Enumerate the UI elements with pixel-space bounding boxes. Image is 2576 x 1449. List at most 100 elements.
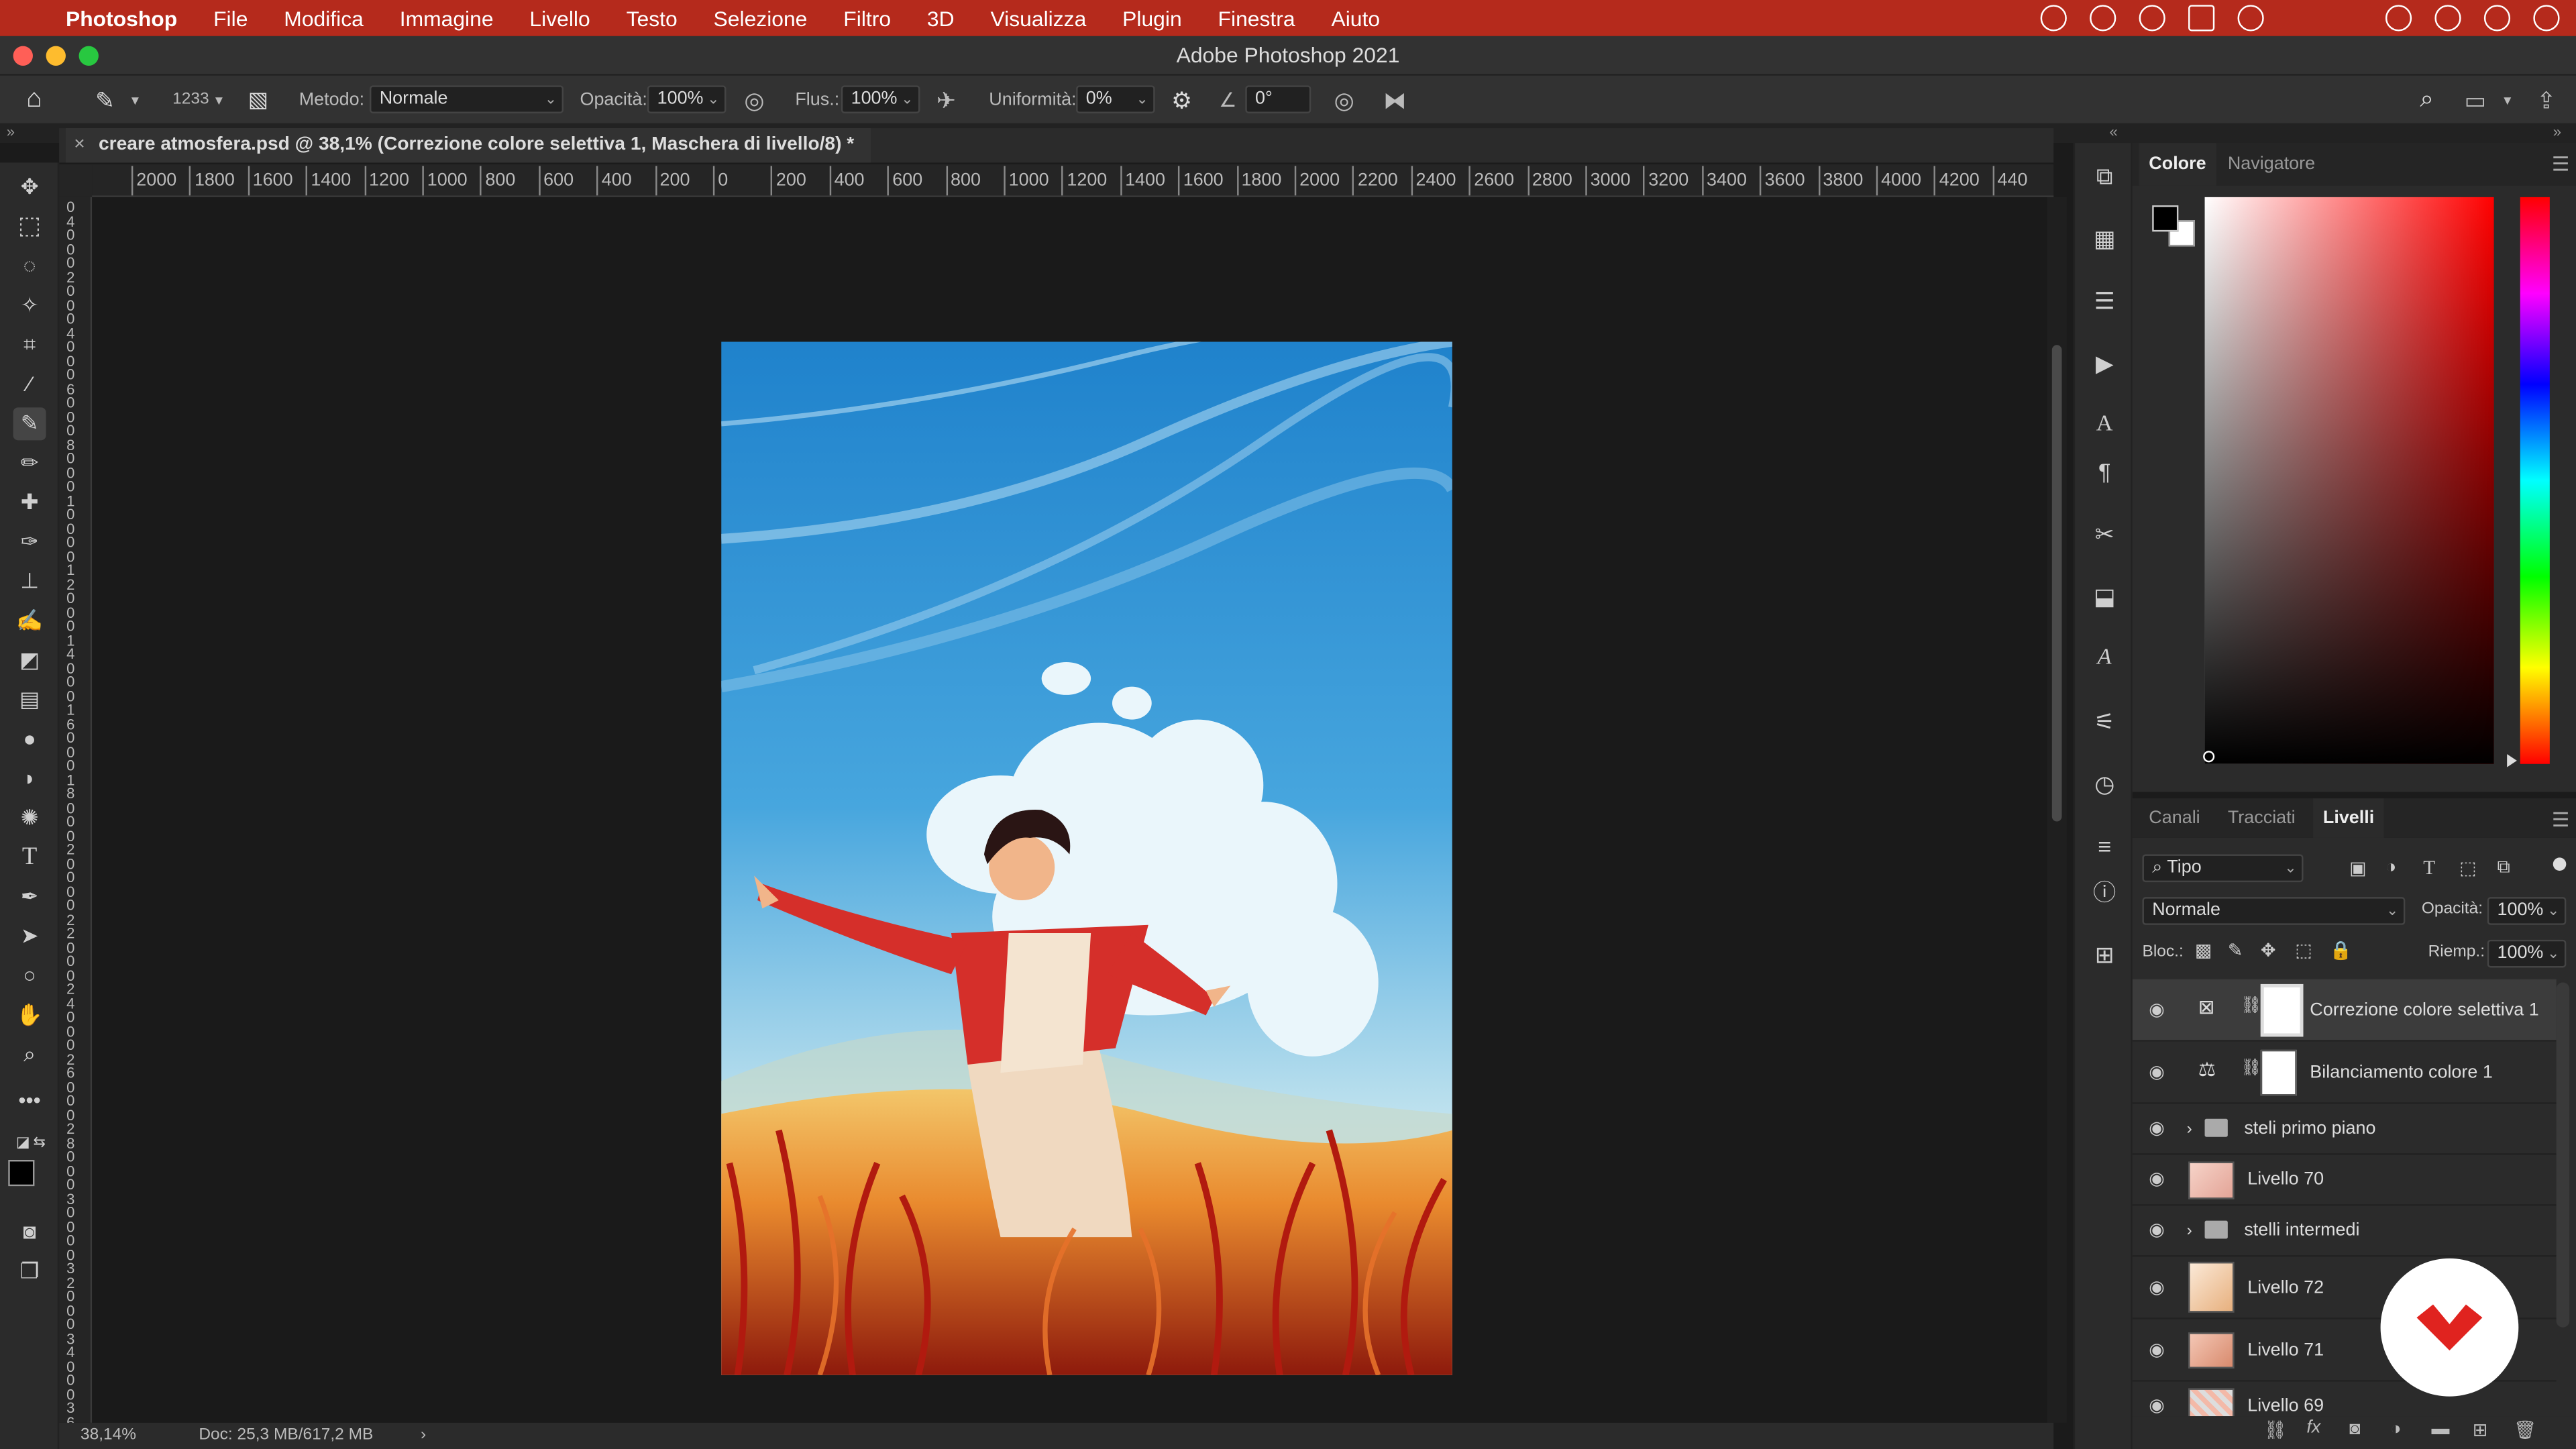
clone-source-icon[interactable]: ⬓	[2088, 580, 2121, 612]
blend-mode-select[interactable]: Normale ⌄	[2142, 897, 2406, 925]
healing-brush-icon[interactable]: ✚	[13, 486, 46, 519]
sponge-icon[interactable]: ✺	[13, 802, 46, 835]
chevron-down-icon[interactable]: ▾	[131, 76, 139, 125]
flow-field[interactable]: 100% ⌄	[841, 85, 920, 113]
eye-icon[interactable]: ◉	[2149, 979, 2171, 1042]
fx-icon[interactable]: fx	[2306, 1417, 2320, 1437]
paragraph-icon[interactable]: ¶	[2088, 455, 2121, 488]
siri-icon[interactable]	[2483, 5, 2511, 32]
layer-name[interactable]: Correzione colore selettiva 1	[2310, 979, 2538, 1042]
magic-wand-icon[interactable]: ✧	[13, 289, 46, 322]
symmetry-icon[interactable]: ⧓	[1383, 76, 1406, 125]
foreground-swatch[interactable]	[8, 1159, 35, 1187]
lock-transparent-icon[interactable]: ▩	[2195, 940, 2212, 961]
close-window-button[interactable]	[13, 46, 33, 66]
layer-mask-thumbnail[interactable]	[2260, 983, 2304, 1037]
fill-field[interactable]: 100% ⌄	[2487, 939, 2567, 968]
history-brush-icon[interactable]: ✍	[13, 604, 46, 637]
filter-type-icon[interactable]: T	[2423, 856, 2435, 881]
layer-mask-thumbnail[interactable]	[2260, 1049, 2297, 1096]
panel-menu-icon[interactable]: ☰	[2552, 808, 2569, 831]
filter-smart-object-icon[interactable]: ⧉	[2497, 857, 2510, 879]
chevron-right-icon[interactable]: ›	[2187, 1206, 2192, 1257]
menu-filtro[interactable]: Filtro	[843, 6, 891, 31]
layer-row[interactable]: ◉ ⊠ ⛓ Correzione colore selettiva 1	[2132, 979, 2557, 1042]
tab-livelli[interactable]: Livelli	[2313, 798, 2384, 838]
layer-filter-select[interactable]: ⌕ Tipo ⌄	[2142, 854, 2304, 883]
artwork-canvas[interactable]	[721, 341, 1452, 1375]
sync-icon[interactable]	[2090, 5, 2116, 32]
home-icon[interactable]: ⌂	[26, 76, 42, 125]
properties-icon[interactable]: ⊞	[2088, 938, 2121, 971]
menu-app[interactable]: Photoshop	[66, 6, 177, 31]
filter-adjustment-icon[interactable]: ◑	[2385, 857, 2396, 877]
filter-shape-icon[interactable]: ⬚	[2459, 857, 2476, 879]
menu-3d[interactable]: 3D	[927, 6, 955, 31]
dodge-icon[interactable]: ◗	[13, 762, 46, 795]
layer-name[interactable]: steli primo piano	[2244, 1104, 2375, 1155]
close-tab-icon[interactable]: ×	[74, 128, 85, 162]
blur-icon[interactable]: ●	[13, 723, 46, 756]
more-tools-icon[interactable]: •••	[13, 1084, 46, 1117]
path-selection-icon[interactable]: ➤	[13, 920, 46, 953]
menu-selezione[interactable]: Selezione	[714, 6, 808, 31]
layer-name[interactable]: Bilanciamento colore 1	[2310, 1042, 2493, 1104]
layer-thumbnail[interactable]	[2188, 1332, 2235, 1369]
layer-thumbnail[interactable]	[2188, 1161, 2235, 1199]
menu-plugin[interactable]: Plugin	[1122, 6, 1182, 31]
pressure-opacity-icon[interactable]: ◎	[744, 76, 764, 125]
menu-livello[interactable]: Livello	[529, 6, 590, 31]
status-menu-arrow[interactable]: ›	[421, 1423, 426, 1449]
character-icon[interactable]: A	[2088, 409, 2121, 442]
minimize-window-button[interactable]	[46, 46, 66, 66]
new-group-icon[interactable]: ▬	[2432, 1419, 2450, 1439]
saturation-field[interactable]	[2204, 197, 2494, 764]
layer-row[interactable]: ◉ ⚖ ⛓ Bilanciamento colore 1	[2132, 1042, 2557, 1104]
lock-pixels-icon[interactable]: ✎	[2228, 940, 2243, 961]
eye-icon[interactable]: ◉	[2149, 1320, 2171, 1382]
workspace-icon[interactable]: ▭	[2464, 76, 2485, 125]
eraser-icon[interactable]: ◩	[13, 644, 46, 677]
gear-icon[interactable]: ⚙	[1171, 76, 1192, 125]
brush-settings-icon[interactable]: ⚟	[2088, 705, 2121, 738]
menu-testo[interactable]: Testo	[627, 6, 678, 31]
layer-thumbnail[interactable]	[2188, 1261, 2235, 1313]
hand-tool-icon[interactable]: ✋	[13, 999, 46, 1032]
link-icon[interactable]: ⛓	[2241, 1060, 2261, 1078]
mixer-brush-icon[interactable]: ✑	[13, 526, 46, 559]
menu-visualizza[interactable]: Visualizza	[991, 6, 1087, 31]
info-icon[interactable]: ⓘ	[2088, 875, 2121, 908]
play-icon[interactable]: ▶	[2088, 347, 2121, 380]
layer-opacity-field[interactable]: 100% ⌄	[2487, 897, 2567, 925]
angle-field[interactable]: 0°	[1245, 85, 1311, 113]
vertical-scrollbar[interactable]	[2047, 197, 2067, 1423]
expand-left-icon[interactable]: »	[7, 123, 15, 140]
foreground-color[interactable]	[2152, 205, 2179, 232]
eye-icon[interactable]: ◉	[2149, 1206, 2171, 1257]
layer-group-row[interactable]: ◉ › stelli intermedi	[2132, 1206, 2557, 1257]
new-adjustment-icon[interactable]: ◑	[2390, 1419, 2401, 1439]
layer-row[interactable]: ◉ Livello 70	[2132, 1155, 2557, 1206]
adjustments-icon[interactable]: ≡	[2088, 830, 2121, 863]
gradient-icon[interactable]: ▤	[13, 684, 46, 716]
lock-position-icon[interactable]: ✥	[2261, 940, 2276, 961]
layer-name[interactable]: Livello 71	[2247, 1320, 2324, 1382]
horizontal-ruler[interactable]: 2000 1800 1600 1400 1200 1000 800 600 400 200 0 200…	[92, 164, 2054, 197]
vertical-scroll-thumb[interactable]	[2051, 345, 2062, 822]
add-mask-icon[interactable]: ◙	[2349, 1419, 2360, 1439]
chevron-down-icon[interactable]: ▾	[215, 76, 223, 125]
brush-size[interactable]: 1233	[172, 89, 209, 111]
user-icon[interactable]	[2188, 5, 2215, 32]
swatches-icon[interactable]: ▦	[2088, 222, 2121, 255]
color-picker-cursor[interactable]	[2203, 751, 2215, 763]
menu-file[interactable]: File	[213, 6, 248, 31]
actions-list-icon[interactable]: ☰	[2088, 284, 2121, 317]
history-icon[interactable]: ◷	[2088, 767, 2121, 800]
glyphs-icon[interactable]: A	[2088, 643, 2121, 676]
layer-name[interactable]: Livello 70	[2247, 1155, 2324, 1206]
eye-icon[interactable]: ◉	[2149, 1042, 2171, 1104]
tab-tracciati[interactable]: Tracciati	[2218, 798, 2305, 838]
search-icon[interactable]	[2385, 5, 2412, 32]
move-tool-icon[interactable]: ✥	[13, 171, 46, 204]
layer-name[interactable]: Livello 72	[2247, 1256, 2324, 1319]
